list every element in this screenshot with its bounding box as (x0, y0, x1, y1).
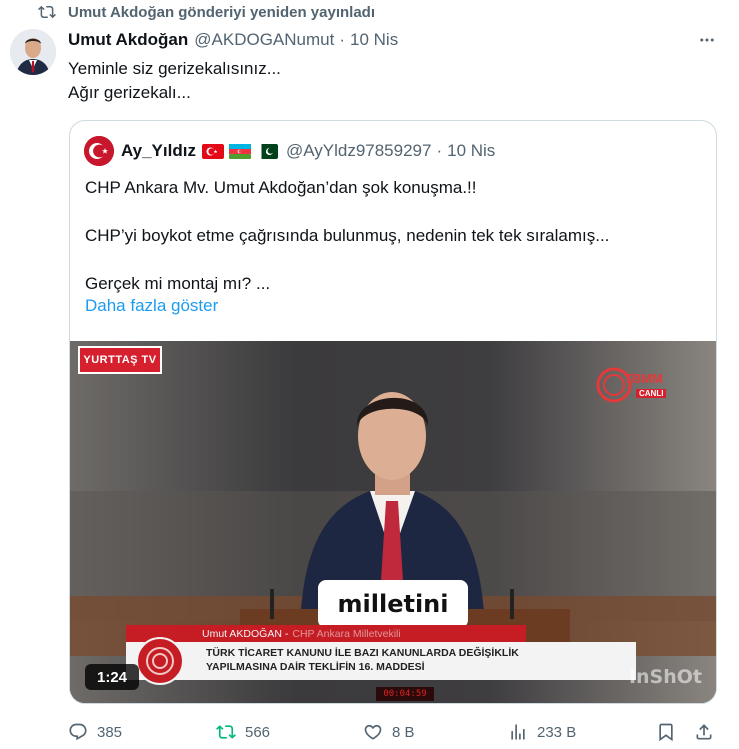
share-icon (696, 724, 712, 740)
show-more-link[interactable]: Daha fazla göster (85, 296, 218, 316)
repost-icon (216, 725, 236, 739)
video-player[interactable]: YURTTAŞ TV TBMM CANLI milletini Umut AKD… (70, 341, 716, 703)
bookmark-button[interactable] (656, 720, 676, 744)
heart-icon (364, 724, 382, 740)
speaker-name: Umut AKDOĞAN - (202, 627, 289, 640)
channel-logo: YURTTAŞ TV (78, 346, 162, 374)
reply-icon (69, 723, 87, 741)
tbmm-text: TBMM (624, 371, 663, 386)
views-chart-icon (511, 724, 525, 740)
turkey-flag-icon (201, 143, 224, 159)
quote-author-handle[interactable]: @AyYldz97859297 (286, 141, 432, 161)
tbmm-logo: TBMM CANLI (594, 365, 672, 405)
reply-button[interactable]: 385 (68, 720, 122, 744)
views-count: 233 B (537, 723, 577, 741)
tweet-line: Ağır gerizekalı... (68, 83, 191, 102)
pakistan-flag-icon (255, 143, 278, 159)
quote-paragraph: Gerçek mi montaj mı? ... (85, 274, 271, 293)
repost-icon (38, 5, 56, 19)
repost-indicator[interactable]: Umut Akdoğan gönderiyi yeniden yayınladı (38, 2, 375, 22)
author-handle[interactable]: @AKDOGANumut (194, 30, 334, 50)
quote-author-name[interactable]: Ay_Yıldız (121, 141, 196, 161)
tweet-time[interactable]: 10 Nis (350, 30, 398, 50)
quoted-tweet[interactable]: Ay_Yıldız @AyYldz97859297 · 10 Nis CHP A… (69, 120, 717, 704)
separator-dot: · (436, 141, 443, 160)
like-button[interactable]: 8 B (363, 720, 415, 744)
agenda-box: TÜRK TİCARET KANUNU İLE BAZI KANUNLARDA … (126, 642, 636, 680)
quote-time[interactable]: 10 Nis (447, 141, 495, 161)
repost-count: 566 (245, 723, 271, 741)
watermark: InShOt (628, 666, 702, 688)
azerbaijan-flag-icon (228, 143, 251, 159)
quote-header: Ay_Yıldız @AyYldz97859297 · 10 Nis (84, 134, 495, 168)
bookmark-icon (659, 723, 673, 742)
quote-paragraph (85, 248, 705, 272)
tweet-header: Umut Akdoğan @AKDOGANumut · 10 Nis (68, 29, 719, 51)
separator-dot: · (339, 30, 346, 49)
reply-count: 385 (97, 723, 123, 741)
share-button[interactable] (694, 720, 714, 744)
action-bar: 385 566 8 B 233 B (68, 720, 718, 744)
agenda-line: YAPILMASINA DAİR TEKLİFİN 16. MADDESİ (206, 661, 425, 673)
speaker-name-bar: Umut AKDOĞAN - CHP Ankara Milletvekili (126, 625, 526, 642)
flag-group (201, 143, 278, 159)
quote-paragraph (85, 200, 705, 224)
repost-text[interactable]: Umut Akdoğan gönderiyi yeniden yayınladı (68, 4, 375, 21)
video-duration: 1:24 (85, 664, 139, 690)
parliament-emblem-icon (136, 637, 184, 685)
views-button[interactable]: 233 B (508, 720, 576, 744)
quote-paragraph: CHP Ankara Mv. Umut Akdoğan’dan şok konu… (85, 178, 477, 197)
tweet-line: Yeminle siz gerizekalısınız... (68, 59, 281, 78)
subtitle-caption: milletini (318, 580, 468, 628)
author-avatar[interactable] (10, 29, 56, 75)
quote-text: CHP Ankara Mv. Umut Akdoğan’dan şok konu… (85, 176, 705, 296)
live-badge: CANLI (636, 389, 667, 398)
repost-button[interactable]: 566 (216, 720, 270, 744)
more-icon[interactable] (697, 31, 717, 49)
session-clock: 00:04:59 (376, 687, 434, 701)
quote-avatar[interactable] (84, 136, 114, 166)
tweet-text: Yeminle siz gerizekalısınız... Ağır geri… (68, 57, 281, 105)
author-name[interactable]: Umut Akdoğan (68, 30, 188, 50)
quote-paragraph: CHP’yi boykot etme çağrısında bulunmuş, … (85, 226, 610, 245)
like-count: 8 B (392, 723, 415, 741)
speaker-title: CHP Ankara Milletvekili (292, 627, 401, 640)
agenda-line: TÜRK TİCARET KANUNU İLE BAZI KANUNLARDA … (206, 647, 519, 659)
